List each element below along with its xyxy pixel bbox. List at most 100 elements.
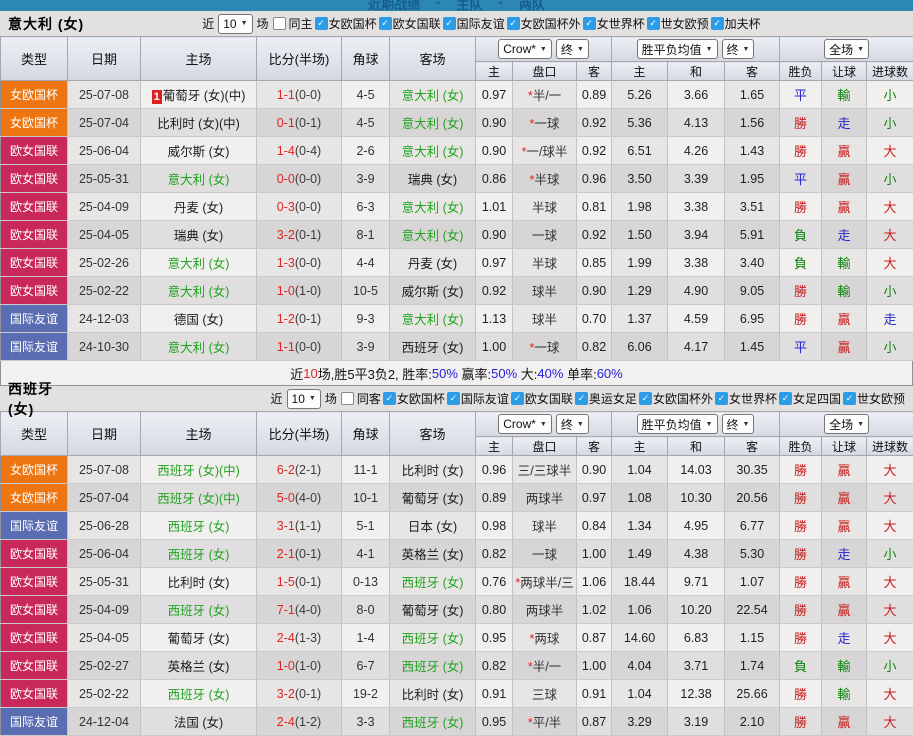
europe-odds: 3.29 [612, 708, 668, 736]
time-select[interactable]: 终▼ [556, 39, 589, 59]
handicap-group-header: Crow*▼终▼ [476, 37, 612, 62]
matches-table: 类型日期主场比分(半场)角球客场Crow*▼终▼胜平负均值▼终▼全场▼主盘口客主… [0, 411, 913, 736]
match-date: 25-04-09 [68, 193, 141, 221]
europe-odds: 1.29 [612, 277, 668, 305]
home-team: 威尔斯 (女) [141, 137, 257, 165]
match-date: 25-06-04 [68, 137, 141, 165]
result-handicap: 輸 [822, 277, 867, 305]
result-wdl: 平 [780, 333, 822, 361]
league-badge: 欧女国联 [1, 568, 68, 596]
europe-odds: 4.95 [668, 512, 725, 540]
corner-score: 9-3 [342, 305, 390, 333]
same-venue-checkbox[interactable]: 同客 [339, 390, 381, 407]
team-name: 意大利 (女) [8, 14, 84, 34]
league-badge: 国际友谊 [1, 333, 68, 361]
chevron-down-icon: ▼ [706, 421, 713, 428]
filter-checkbox[interactable]: ✓国际友谊 [443, 15, 505, 32]
europe-odds: 4.17 [668, 333, 725, 361]
handicap-line: 一球 [513, 540, 577, 568]
handicap-home-odds: 0.90 [476, 109, 513, 137]
europe-odds: 1.34 [612, 512, 668, 540]
filter-checkbox[interactable]: ✓女足四国 [779, 390, 841, 407]
filter-checkbox[interactable]: ✓世女欧预 [647, 15, 709, 32]
average-select[interactable]: 胜平负均值▼ [637, 39, 718, 59]
average-select[interactable]: 胜平负均值▼ [637, 414, 718, 434]
chevron-down-icon: ▼ [540, 421, 547, 428]
filter-checkbox[interactable]: ✓女欧国杯外 [507, 15, 581, 32]
filter-checkbox[interactable]: ✓国际友谊 [447, 390, 509, 407]
corner-score: 3-9 [342, 165, 390, 193]
result-wdl: 勝 [780, 596, 822, 624]
bookmaker-select[interactable]: Crow*▼ [498, 39, 552, 59]
result-handicap: 贏 [822, 193, 867, 221]
europe-odds: 5.26 [612, 81, 668, 109]
handicap-home-odds: 1.01 [476, 193, 513, 221]
europe-odds: 9.71 [668, 568, 725, 596]
away-team: 西班牙 (女) [390, 333, 476, 361]
filter-checkbox[interactable]: ✓女欧国杯外 [639, 390, 713, 407]
filter-checkbox[interactable]: ✓女世界杯 [715, 390, 777, 407]
europe-odds: 6.06 [612, 333, 668, 361]
scope-select[interactable]: 全场▼ [824, 39, 869, 59]
handicap-home-odds: 0.95 [476, 708, 513, 736]
filter-checkbox[interactable]: ✓欧女国联 [379, 15, 441, 32]
sub-column-header: 客 [725, 62, 780, 81]
sub-column-header: 客 [577, 62, 612, 81]
europe-odds: 1.15 [725, 624, 780, 652]
filter-checkbox[interactable]: ✓世女欧预 [843, 390, 905, 407]
bookmaker-select[interactable]: Crow*▼ [498, 414, 552, 434]
handicap-home-odds: 1.00 [476, 333, 513, 361]
result-overunder: 大 [867, 680, 913, 708]
league-badge: 欧女国联 [1, 596, 68, 624]
result-handicap: 走 [822, 540, 867, 568]
handicap-away-odds: 1.00 [577, 652, 612, 680]
filter-bar: 近10▼场同主✓女欧国杯✓欧女国联✓国际友谊✓女欧国杯外✓女世界杯✓世女欧预✓加… [202, 14, 760, 34]
corner-score: 3-9 [342, 333, 390, 361]
recent-count-select[interactable]: 10▼ [287, 389, 321, 409]
handicap-away-odds: 1.06 [577, 568, 612, 596]
league-badge: 欧女国联 [1, 249, 68, 277]
result-wdl: 勝 [780, 680, 822, 708]
stats-summary: 近10场,胜5平3负2, 胜率:50% 赢率:50% 大:40% 单率:60% [0, 361, 913, 386]
result-wdl: 勝 [780, 456, 822, 484]
handicap-away-odds: 0.90 [577, 277, 612, 305]
score-cell: 1-1(0-0) [257, 81, 342, 109]
time-select[interactable]: 终▼ [556, 414, 589, 434]
nav-link-both-teams[interactable]: 两队 [519, 0, 545, 11]
handicap-away-odds: 1.00 [577, 540, 612, 568]
corner-score: 4-1 [342, 540, 390, 568]
filter-checkbox[interactable]: ✓欧女国联 [511, 390, 573, 407]
scope-select[interactable]: 全场▼ [824, 414, 869, 434]
europe-odds: 4.59 [668, 305, 725, 333]
sub-column-header: 和 [668, 437, 725, 456]
filter-checkbox[interactable]: ✓女欧国杯 [383, 390, 445, 407]
home-team: 意大利 (女) [141, 249, 257, 277]
same-venue-checkbox[interactable]: 同主 [271, 15, 313, 32]
time-select[interactable]: 终▼ [722, 414, 755, 434]
europe-odds: 1.95 [725, 165, 780, 193]
score-cell: 3-2(0-1) [257, 680, 342, 708]
result-wdl: 平 [780, 165, 822, 193]
match-date: 24-12-04 [68, 708, 141, 736]
match-date: 25-07-04 [68, 109, 141, 137]
time-select[interactable]: 终▼ [722, 39, 755, 59]
nav-link-home-team[interactable]: 主队 [456, 0, 482, 11]
league-badge: 女欧国杯 [1, 484, 68, 512]
filter-checkbox[interactable]: ✓女世界杯 [583, 15, 645, 32]
nav-link-recent[interactable]: 近期战绩 [368, 0, 420, 11]
filter-checkbox[interactable]: ✓女欧国杯 [315, 15, 377, 32]
europe-odds: 4.04 [612, 652, 668, 680]
handicap-away-odds: 0.84 [577, 512, 612, 540]
handicap-away-odds: 0.96 [577, 165, 612, 193]
result-wdl: 負 [780, 221, 822, 249]
match-date: 25-06-28 [68, 512, 141, 540]
league-badge: 欧女国联 [1, 221, 68, 249]
team-section-header: 西班牙 (女)近10▼场同客✓女欧国杯✓国际友谊✓欧女国联✓奥运女足✓女欧国杯外… [0, 386, 913, 411]
home-team: 比利时 (女) [141, 568, 257, 596]
corner-score: 19-2 [342, 680, 390, 708]
recent-count-select[interactable]: 10▼ [218, 14, 252, 34]
corner-score: 0-13 [342, 568, 390, 596]
europe-odds: 4.26 [668, 137, 725, 165]
filter-checkbox[interactable]: ✓奥运女足 [575, 390, 637, 407]
filter-checkbox[interactable]: ✓加夫杯 [711, 15, 761, 32]
